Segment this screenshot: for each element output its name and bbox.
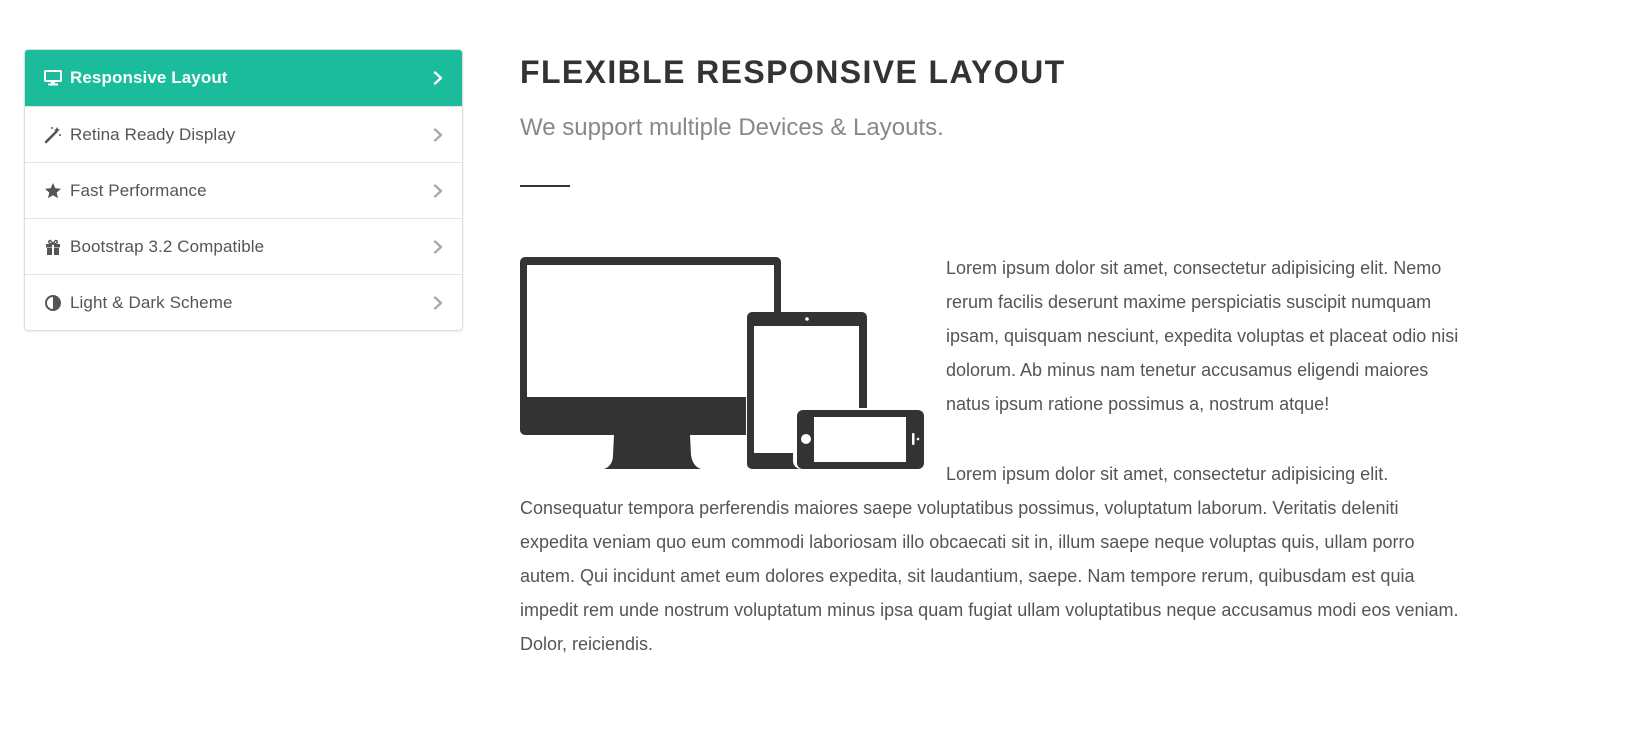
tab-retina-ready-display[interactable]: Retina Ready Display [25, 106, 462, 162]
desktop-icon [44, 69, 62, 87]
content-body: Lorem ipsum dolor sit amet, consectetur … [520, 251, 1460, 661]
devices-illustration [520, 257, 924, 469]
magic-wand-icon [44, 126, 62, 144]
chevron-right-icon [432, 295, 444, 310]
tab-label: Retina Ready Display [70, 124, 236, 144]
page-title: FLEXIBLE RESPONSIVE LAYOUT [520, 54, 1066, 90]
tab-fast-performance[interactable]: Fast Performance [25, 162, 462, 218]
tab-responsive-layout[interactable]: Responsive Layout [25, 50, 462, 106]
chevron-right-icon [432, 239, 444, 254]
tab-light-dark-scheme[interactable]: Light & Dark Scheme [25, 274, 462, 330]
chevron-right-icon [432, 127, 444, 142]
chevron-right-icon [432, 71, 444, 85]
title-divider [520, 185, 570, 187]
content-paragraph: Lorem ipsum dolor sit amet, consectetur … [520, 464, 1459, 654]
feature-tabs: Responsive Layout Retina Ready Display F… [24, 49, 463, 331]
tab-bootstrap-compatible[interactable]: Bootstrap 3.2 Compatible [25, 218, 462, 274]
gift-icon [44, 238, 62, 256]
star-icon [44, 182, 62, 200]
tab-label: Light & Dark Scheme [70, 292, 233, 312]
adjust-icon [44, 294, 62, 312]
page-subtitle: We support multiple Devices & Layouts. [520, 114, 944, 141]
tab-label: Fast Performance [70, 180, 207, 200]
tab-label: Bootstrap 3.2 Compatible [70, 236, 265, 256]
tab-label: Responsive Layout [70, 68, 228, 87]
chevron-right-icon [432, 183, 444, 198]
